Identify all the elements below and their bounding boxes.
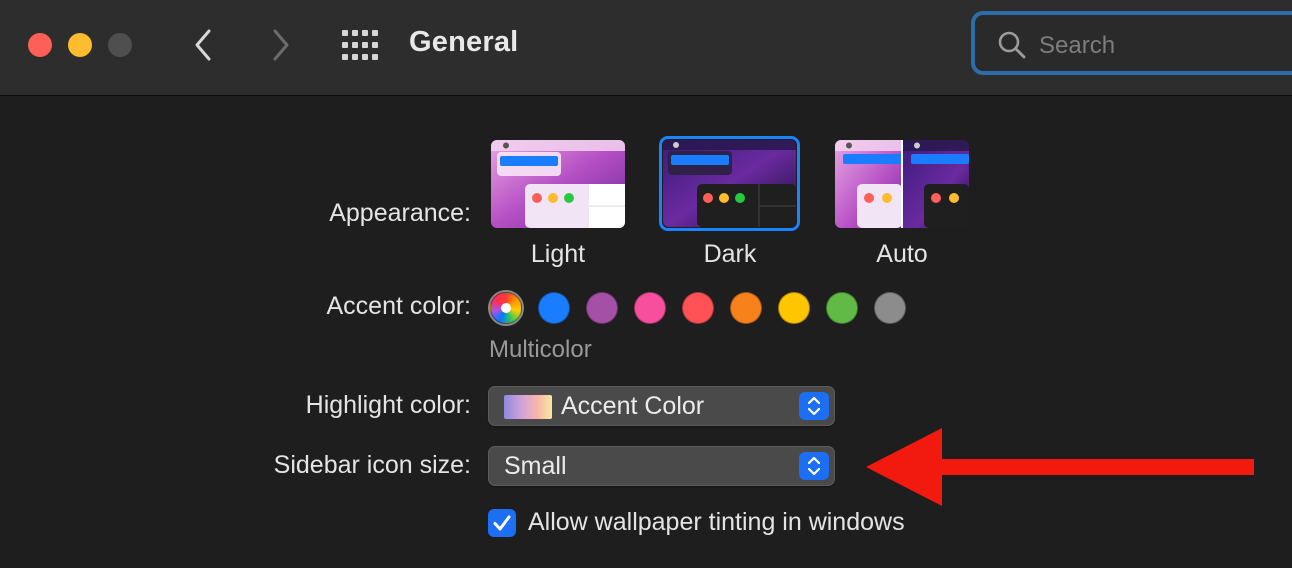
grid-icon: [342, 30, 378, 60]
highlight-color-value: Accent Color: [561, 392, 705, 420]
show-all-preferences-button[interactable]: [340, 27, 380, 63]
sidebar-icon-size-stepper: [799, 452, 829, 480]
accent-blue-swatch[interactable]: [538, 292, 570, 324]
up-down-chevron-icon: [807, 456, 821, 476]
sidebar-icon-size-popup[interactable]: Small: [488, 446, 835, 486]
back-button[interactable]: [186, 27, 222, 63]
highlight-stepper: [799, 392, 829, 420]
accent-yellow-swatch[interactable]: [778, 292, 810, 324]
accent-graphite-swatch[interactable]: [874, 292, 906, 324]
title-bar: General: [0, 0, 1292, 96]
chevron-right-icon: [273, 29, 289, 61]
accent-pink-swatch[interactable]: [634, 292, 666, 324]
accent-orange-swatch[interactable]: [730, 292, 762, 324]
up-down-chevron-icon: [807, 396, 821, 416]
accent-color-label: Accent color:: [326, 292, 471, 320]
accent-green-swatch[interactable]: [826, 292, 858, 324]
highlight-color-preview: [504, 395, 552, 419]
checkmark-icon: [493, 515, 511, 531]
red-arrow-annotation: [866, 428, 1254, 506]
search-field[interactable]: [971, 11, 1292, 75]
wallpaper-tinting-label: Allow wallpaper tinting in windows: [528, 508, 905, 536]
forward-button[interactable]: [262, 27, 298, 63]
appearance-dark-thumbnail[interactable]: [663, 140, 796, 227]
wallpaper-tinting-checkbox[interactable]: [488, 509, 516, 537]
appearance-dark-label: Dark: [703, 240, 757, 268]
zoom-window-button[interactable]: [108, 33, 132, 57]
close-window-button[interactable]: [28, 33, 52, 57]
search-input[interactable]: [1037, 28, 1281, 64]
sidebar-icon-size-value: Small: [504, 452, 567, 480]
accent-purple-swatch[interactable]: [586, 292, 618, 324]
appearance-light-label: Light: [530, 240, 586, 268]
search-icon: [998, 31, 1026, 59]
chevron-left-icon: [195, 29, 211, 61]
accent-selected-caption: Multicolor: [489, 336, 592, 363]
minimize-window-button[interactable]: [68, 33, 92, 57]
appearance-label: Appearance:: [329, 199, 471, 227]
highlight-color-label: Highlight color:: [305, 391, 471, 419]
sidebar-icon-size-label: Sidebar icon size:: [273, 451, 471, 479]
selected-dot: [501, 303, 511, 313]
appearance-auto-thumbnail[interactable]: [835, 140, 969, 228]
highlight-color-popup[interactable]: Accent Color: [488, 386, 835, 426]
accent-multicolor-swatch[interactable]: [490, 292, 522, 324]
appearance-auto-label: Auto: [876, 240, 928, 268]
accent-red-swatch[interactable]: [682, 292, 714, 324]
appearance-light-thumbnail[interactable]: [491, 140, 625, 228]
window-title: General: [409, 26, 519, 58]
